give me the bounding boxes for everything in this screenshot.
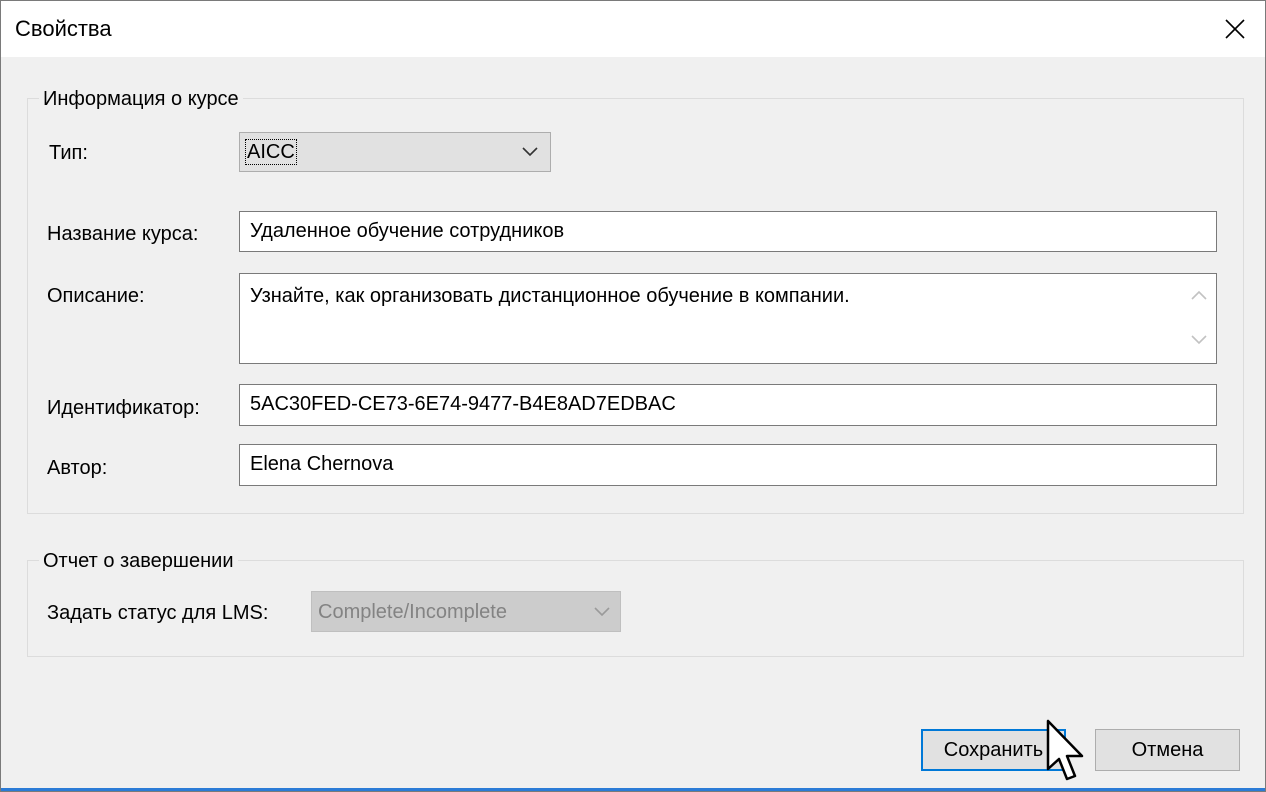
close-icon xyxy=(1225,19,1245,39)
description-scrollbar[interactable] xyxy=(1183,275,1215,362)
course-name-input[interactable]: Удаленное обучение сотрудников xyxy=(239,211,1217,252)
chevron-down-icon xyxy=(1191,335,1207,345)
lms-status-label: Задать статус для LMS: xyxy=(47,602,269,624)
lms-status-value: Complete/Incomplete xyxy=(318,601,507,623)
description-text: Узнайте, как организовать дистанционное … xyxy=(250,285,850,307)
identifier-label: Идентификатор: xyxy=(47,397,200,419)
scroll-up-button[interactable] xyxy=(1183,281,1215,311)
close-button[interactable] xyxy=(1215,9,1255,49)
course-info-legend: Информация о курсе xyxy=(39,87,243,111)
type-select-arrow[interactable] xyxy=(510,133,550,171)
chevron-up-icon xyxy=(1191,290,1207,300)
cancel-button[interactable]: Отмена xyxy=(1095,729,1240,771)
author-label: Автор: xyxy=(47,457,108,479)
type-select-value: AICC xyxy=(245,139,297,165)
title-bar: Свойства xyxy=(1,1,1265,57)
window-bottom-border xyxy=(1,788,1265,791)
window-title: Свойства xyxy=(15,16,112,41)
description-label: Описание: xyxy=(47,285,145,307)
course-name-label: Название курса: xyxy=(47,223,199,245)
properties-dialog: Свойства Информация о курсе Тип: AICC На… xyxy=(0,0,1266,792)
chevron-down-icon xyxy=(594,607,610,617)
completion-legend: Отчет о завершении xyxy=(39,549,238,573)
lms-status-select: Complete/Incomplete xyxy=(311,591,621,632)
mouse-pointer-icon xyxy=(1046,719,1084,781)
chevron-down-icon xyxy=(522,147,538,157)
identifier-input[interactable]: 5AC30FED-CE73-6E74-9477-B4E8AD7EDBAC xyxy=(239,384,1217,426)
type-select[interactable]: AICC xyxy=(239,132,551,172)
description-textarea[interactable]: Узнайте, как организовать дистанционное … xyxy=(239,273,1217,364)
type-label: Тип: xyxy=(49,142,88,164)
scroll-down-button[interactable] xyxy=(1183,326,1215,356)
author-input[interactable]: Elena Chernova xyxy=(239,444,1217,486)
